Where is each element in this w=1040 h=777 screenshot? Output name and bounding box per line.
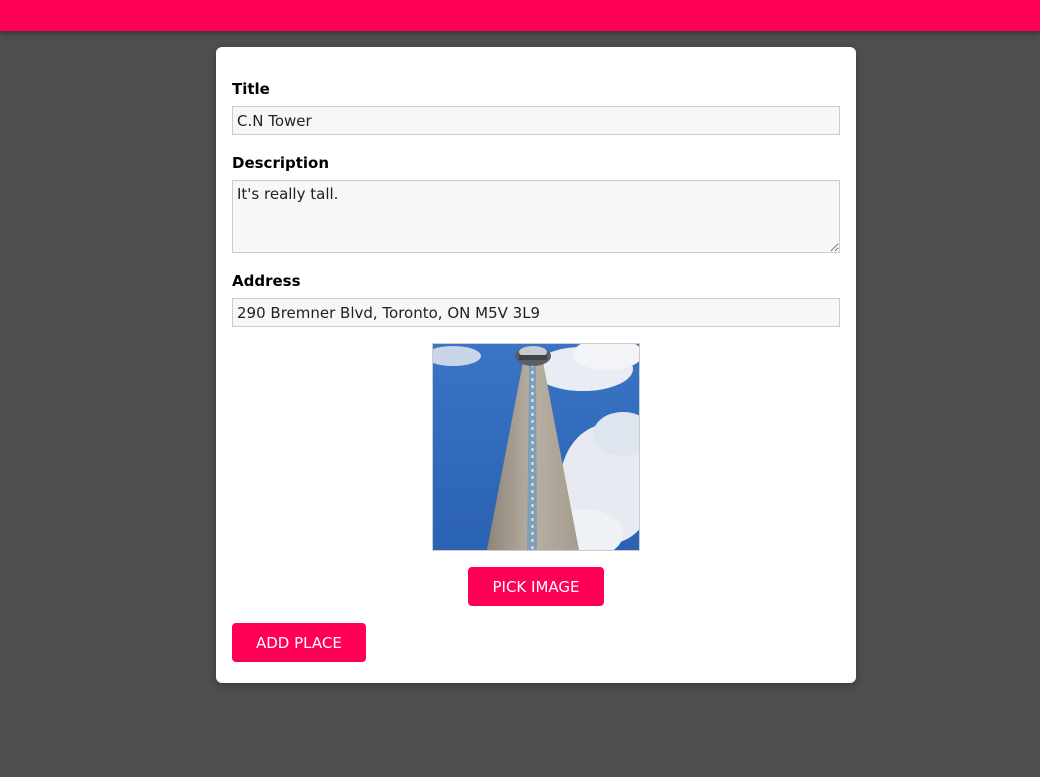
title-input[interactable] bbox=[232, 106, 840, 135]
pick-image-row: PICK IMAGE bbox=[232, 567, 840, 606]
description-label: Description bbox=[232, 154, 330, 172]
title-group: Title bbox=[232, 79, 840, 135]
add-place-button[interactable]: ADD PLACE bbox=[232, 623, 366, 662]
new-place-form: Title Description It's really tall. Addr… bbox=[216, 47, 856, 683]
title-label: Title bbox=[232, 80, 270, 98]
top-nav-bar bbox=[0, 0, 1040, 31]
address-input[interactable] bbox=[232, 298, 840, 327]
image-preview bbox=[432, 343, 640, 551]
address-label: Address bbox=[232, 272, 301, 290]
pick-image-button[interactable]: PICK IMAGE bbox=[468, 567, 604, 606]
image-picker bbox=[232, 343, 840, 551]
address-group: Address bbox=[232, 271, 840, 327]
description-textarea[interactable]: It's really tall. bbox=[232, 180, 840, 253]
description-group: Description It's really tall. bbox=[232, 153, 840, 253]
submit-row: ADD PLACE bbox=[232, 623, 840, 662]
